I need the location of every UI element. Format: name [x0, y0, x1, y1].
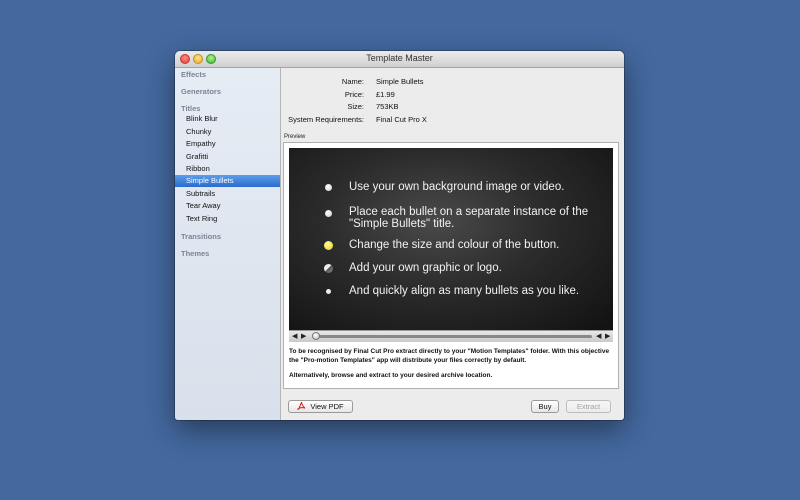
small-bullet-icon: [326, 289, 331, 294]
bullet-row: Change the size and colour of the button…: [289, 238, 613, 256]
sidebar-item-ribbon[interactable]: Ribbon: [175, 163, 280, 175]
view-pdf-label: View PDF: [310, 402, 344, 411]
step-back-icon[interactable]: ◀: [596, 331, 601, 342]
sidebar-section-themes[interactable]: Themes: [181, 249, 209, 258]
system-requirements-value: Final Cut Pro X: [376, 115, 427, 124]
bullet-row: And quickly align as many bullets as you…: [289, 284, 613, 302]
white-bullet-icon: [325, 210, 332, 217]
sidebar-section-effects[interactable]: Effects: [181, 70, 206, 79]
logo-bullet-icon: [324, 264, 333, 273]
preview-panel: Use your own background image or video. …: [283, 142, 619, 389]
scrubber-thumb[interactable]: [312, 332, 320, 340]
sidebar-section-transitions[interactable]: Transitions: [181, 232, 221, 241]
size-value: 753KB: [376, 102, 399, 111]
app-window: Template Master Effects Generators Title…: [175, 51, 624, 420]
sidebar-section-generators[interactable]: Generators: [181, 87, 221, 96]
sidebar-item-tear-away[interactable]: Tear Away: [175, 200, 280, 212]
yellow-bullet-icon: [324, 241, 333, 250]
bullet-text: Change the size and colour of the button…: [349, 239, 560, 251]
pdf-icon: [297, 401, 306, 410]
description: To be recognised by Final Cut Pro extrac…: [289, 347, 615, 386]
bullet-text: Place each bullet on a separate instance…: [349, 206, 589, 230]
description-paragraph: Alternatively, browse and extract to you…: [289, 372, 493, 379]
size-label: Size:: [347, 102, 364, 111]
preview-label: Preview: [284, 134, 306, 140]
price-value: £1.99: [376, 90, 395, 99]
window-title: Template Master: [366, 53, 433, 63]
sidebar-item-simple-bullets[interactable]: Simple Bullets: [175, 175, 280, 187]
sidebar-section-titles[interactable]: Titles: [181, 104, 200, 113]
name-label: Name:: [341, 77, 364, 86]
video-controls: ◀ ▶ ◀ ▶: [289, 330, 613, 342]
preview-video[interactable]: Use your own background image or video. …: [289, 148, 613, 330]
play-icon[interactable]: ▶: [301, 331, 306, 342]
bullet-text: Use your own background image or video.: [349, 181, 565, 193]
sidebar-item-text-ring[interactable]: Text Ring: [175, 213, 280, 225]
sidebar-item-empathy[interactable]: Empathy: [175, 138, 280, 150]
bullet-text: Add your own graphic or logo.: [349, 262, 502, 274]
bullet-text: And quickly align as many bullets as you…: [349, 285, 580, 297]
description-paragraph: To be recognised by Final Cut Pro extrac…: [289, 348, 610, 364]
playback-scrubber[interactable]: [315, 335, 592, 338]
sidebar-item-grafitti[interactable]: Grafitti: [175, 151, 280, 163]
bullet-row: Use your own background image or video.: [289, 180, 613, 198]
volume-icon[interactable]: ◀: [292, 331, 297, 342]
title-bar[interactable]: Template Master: [175, 51, 624, 68]
sidebar-item-chunky[interactable]: Chunky: [175, 126, 280, 138]
bullet-row: Place each bullet on a separate instance…: [289, 206, 613, 230]
price-label: Price:: [344, 90, 364, 99]
view-pdf-button[interactable]: View PDF: [288, 400, 353, 413]
white-bullet-icon: [325, 184, 332, 191]
bullet-row: Add your own graphic or logo.: [289, 261, 613, 279]
step-forward-icon[interactable]: ▶: [605, 331, 610, 342]
extract-button[interactable]: Extract: [566, 400, 611, 413]
name-value: Simple Bullets: [376, 77, 424, 86]
buy-button[interactable]: Buy: [531, 400, 559, 413]
system-requirements-label: System Requirements:: [288, 115, 364, 124]
sidebar-item-subtrails[interactable]: Subtrails: [175, 188, 280, 200]
